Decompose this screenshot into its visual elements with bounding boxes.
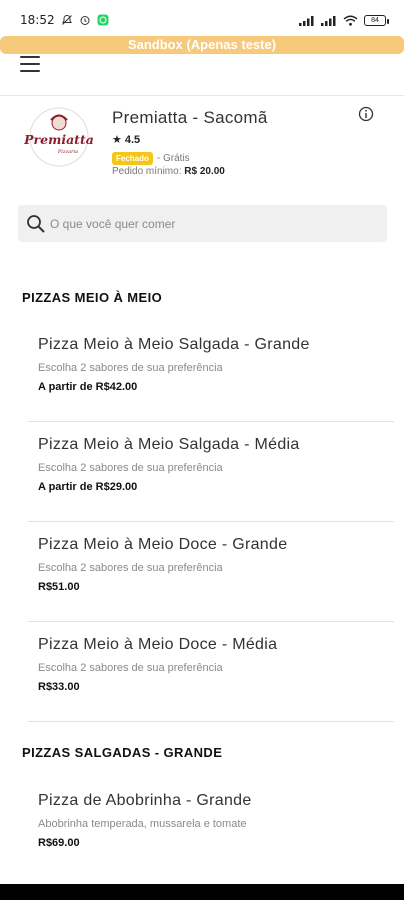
item-description: Escolha 2 sabores de sua preferência xyxy=(38,462,223,474)
search-input[interactable] xyxy=(50,216,370,231)
item-price: R$51.00 xyxy=(38,581,80,593)
item-description: Abobrinha temperada, mussarela e tomate xyxy=(38,818,247,830)
item-description: Escolha 2 sabores de sua preferência xyxy=(38,362,223,374)
whatsapp-icon xyxy=(97,14,109,26)
status-badge: Fechado xyxy=(112,152,153,165)
battery-icon: 84 xyxy=(364,14,389,26)
item-price: R$33.00 xyxy=(38,681,80,693)
wifi-icon xyxy=(343,15,358,26)
store-name: Premiatta - Sacomã xyxy=(112,108,268,127)
min-order: Pedido mínimo: R$ 20.00 xyxy=(112,166,225,177)
search-bar[interactable] xyxy=(18,205,387,242)
battery-level: 84 xyxy=(371,16,379,24)
section-title: PIZZAS MEIO À MEIO xyxy=(22,290,163,305)
app-bar xyxy=(0,54,404,96)
notification-off-icon xyxy=(61,14,72,25)
menu-item[interactable]: Pizza Meio à Meio Doce - Média Escolha 2… xyxy=(28,622,394,722)
sandbox-banner: Sandbox (Apenas teste) xyxy=(0,36,404,54)
menu-item[interactable]: Pizza de Abobrinha - Grande Abobrinha te… xyxy=(28,778,394,878)
item-name: Pizza de Abobrinha - Grande xyxy=(38,792,252,809)
search-icon xyxy=(27,214,45,233)
min-order-value: R$ 20.00 xyxy=(184,166,225,177)
min-order-label: Pedido mínimo: xyxy=(112,166,182,177)
item-description: Escolha 2 sabores de sua preferência xyxy=(38,662,223,674)
status-time: 18:52 xyxy=(20,13,55,27)
item-description: Escolha 2 sabores de sua preferência xyxy=(38,562,223,574)
item-price: A partir de R$42.00 xyxy=(38,381,138,393)
store-logo: Premiatta Pizzaria xyxy=(24,107,94,167)
store-status: Fechado - Grátis xyxy=(112,152,190,165)
item-name: Pizza Meio à Meio Salgada - Média xyxy=(38,436,300,453)
section-title: PIZZAS SALGADAS - GRANDE xyxy=(22,745,223,760)
signal-icon xyxy=(299,15,314,26)
store-header: Premiatta Pizzaria Premiatta - Sacomã ★ 4… xyxy=(0,98,404,188)
menu-item[interactable]: Pizza Meio à Meio Salgada - Média Escolh… xyxy=(28,422,394,522)
menu-item[interactable]: Pizza Meio à Meio Doce - Grande Escolha … xyxy=(28,522,394,622)
item-price: R$69.00 xyxy=(38,837,80,849)
item-name: Pizza Meio à Meio Doce - Média xyxy=(38,636,278,653)
rating-value: 4.5 xyxy=(124,134,141,146)
delivery-fee: - Grátis xyxy=(156,153,190,164)
menu-item[interactable]: Pizza Meio à Meio Salgada - Grande Escol… xyxy=(28,322,394,422)
svg-text:Premiatta: Premiatta xyxy=(24,132,94,147)
item-name: Pizza Meio à Meio Salgada - Grande xyxy=(38,336,310,353)
store-rating: ★ 4.5 xyxy=(112,133,140,146)
alarm-icon xyxy=(80,16,90,25)
item-name: Pizza Meio à Meio Doce - Grande xyxy=(38,536,288,553)
signal-icon-2 xyxy=(321,15,336,26)
svg-text:Pizzaria: Pizzaria xyxy=(57,149,78,155)
status-bar: 18:52 84 xyxy=(0,0,404,40)
item-price: A partir de R$29.00 xyxy=(38,481,138,493)
info-icon[interactable] xyxy=(358,106,374,122)
system-nav-bar xyxy=(0,884,404,900)
star-icon: ★ xyxy=(112,134,122,146)
menu-icon[interactable] xyxy=(20,56,40,72)
